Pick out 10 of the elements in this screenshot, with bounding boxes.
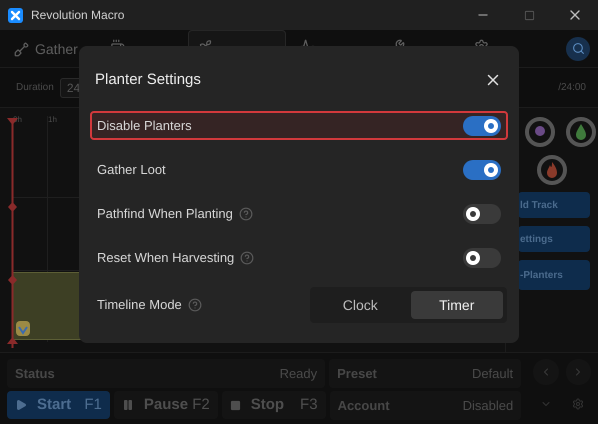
setting-label: Pathfind When Planting — [97, 204, 233, 223]
setting-label: Reset When Harvesting — [97, 248, 234, 267]
setting-label: Timeline Mode — [97, 296, 182, 314]
setting-label: Gather Loot — [97, 160, 166, 179]
tick-label: 1h — [48, 114, 57, 126]
duration-label: Duration — [16, 81, 54, 95]
setting-label: Disable Planters — [97, 116, 192, 135]
window-title: Revolution Macro — [31, 7, 124, 24]
dialog-title: Planter Settings — [95, 70, 201, 90]
time-readout: /24:00 — [558, 81, 586, 95]
